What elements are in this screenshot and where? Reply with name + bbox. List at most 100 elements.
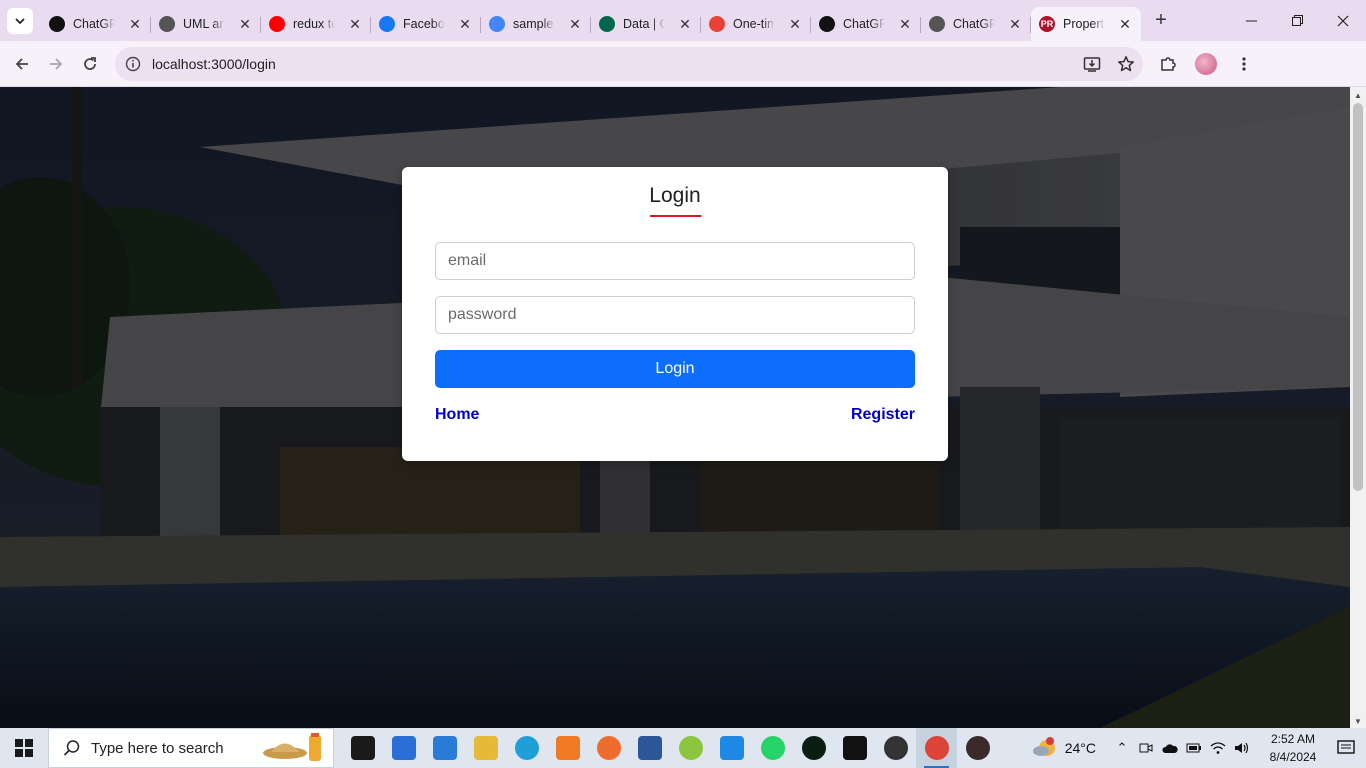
- scroll-up-icon[interactable]: ▲: [1354, 91, 1362, 100]
- password-field[interactable]: [435, 296, 915, 334]
- media-player-icon: [965, 736, 990, 760]
- close-tab-icon[interactable]: ✕: [567, 16, 583, 32]
- close-tab-icon[interactable]: ✕: [787, 16, 803, 32]
- close-tab-icon[interactable]: ✕: [127, 16, 143, 32]
- close-tab-icon[interactable]: ✕: [237, 16, 253, 32]
- profile-avatar[interactable]: [1195, 52, 1217, 75]
- browser-tab[interactable]: Data | Cloud ✕: [591, 7, 701, 41]
- reload-button[interactable]: [73, 47, 107, 81]
- gmail-icon: [709, 16, 725, 32]
- bookmark-button[interactable]: [1113, 51, 1139, 77]
- browser-tab[interactable]: Facebook ✕: [371, 7, 481, 41]
- battery-icon[interactable]: [1182, 728, 1206, 768]
- volume-icon[interactable]: [1230, 728, 1254, 768]
- close-tab-icon[interactable]: ✕: [897, 16, 913, 32]
- edge-icon: [514, 736, 539, 760]
- file-explorer-icon: [473, 736, 498, 760]
- login-card: Login Login Home Register: [402, 167, 948, 461]
- close-window-button[interactable]: [1320, 0, 1366, 41]
- taskbar-app[interactable]: [834, 728, 875, 768]
- taskbar-app[interactable]: [793, 728, 834, 768]
- taskbar-search[interactable]: Type here to search: [48, 728, 334, 768]
- minimize-icon: [1245, 20, 1257, 22]
- taskbar-app[interactable]: [875, 728, 916, 768]
- back-button[interactable]: [5, 47, 39, 81]
- tab-search-button[interactable]: [7, 7, 33, 34]
- page-scrollbar[interactable]: ▲ ▼: [1350, 87, 1366, 728]
- scroll-down-icon[interactable]: ▼: [1354, 717, 1362, 726]
- tab-title: Facebook: [403, 17, 445, 31]
- home-link[interactable]: Home: [435, 406, 479, 424]
- browser-menu-button[interactable]: [1231, 51, 1257, 77]
- notification-center-button[interactable]: [1326, 728, 1366, 768]
- login-button[interactable]: Login: [435, 350, 915, 388]
- taskbar-app[interactable]: [465, 728, 506, 768]
- extensions-button[interactable]: [1155, 51, 1181, 77]
- chatgpt-icon: [49, 16, 65, 32]
- meet-now-icon[interactable]: [1134, 728, 1158, 768]
- browser-toolbar: localhost:3000/login: [0, 41, 1366, 87]
- weather-temperature: 24°C: [1064, 740, 1096, 756]
- close-icon: [1337, 15, 1349, 26]
- browser-tab[interactable]: UML and ✕: [151, 7, 261, 41]
- notification-icon: [1337, 740, 1355, 754]
- tab-title: One-time: [733, 17, 775, 31]
- url-text[interactable]: localhost:3000/login: [152, 56, 276, 72]
- taskbar-app[interactable]: [752, 728, 793, 768]
- taskbar-app[interactable]: [383, 728, 424, 768]
- cloud-app-icon: [678, 736, 703, 760]
- browser-tab[interactable]: One-time ✕: [701, 7, 811, 41]
- browser-tab[interactable]: ChatGPT ✕: [41, 7, 151, 41]
- cloud-icon: [1162, 744, 1178, 753]
- browser-tab[interactable]: ChatGPT ✕: [811, 7, 921, 41]
- chrome-icon: [924, 736, 949, 760]
- taskbar-app[interactable]: [711, 728, 752, 768]
- show-hidden-icons-button[interactable]: ⌃: [1110, 728, 1134, 768]
- onedrive-icon[interactable]: [1158, 728, 1182, 768]
- forward-button[interactable]: [39, 47, 73, 81]
- close-tab-icon[interactable]: ✕: [1117, 16, 1133, 32]
- speaker-icon: [1235, 742, 1249, 754]
- minimize-button[interactable]: [1228, 0, 1274, 41]
- windows-logo-icon: [15, 739, 33, 757]
- install-app-button[interactable]: [1079, 51, 1105, 77]
- browser-tab[interactable]: redux toolkit ✕: [261, 7, 371, 41]
- restore-button[interactable]: [1274, 0, 1320, 41]
- browser-tab[interactable]: sample ✕: [481, 7, 591, 41]
- new-tab-button[interactable]: +: [1147, 7, 1175, 35]
- postman-icon: [596, 736, 621, 760]
- browser-tab[interactable]: ChatGPT ✕: [921, 7, 1031, 41]
- search-icon: [63, 740, 80, 756]
- wifi-icon[interactable]: [1206, 728, 1230, 768]
- taskbar-app[interactable]: [957, 728, 998, 768]
- taskbar-app[interactable]: [670, 728, 711, 768]
- address-bar[interactable]: localhost:3000/login: [115, 46, 1143, 81]
- register-link[interactable]: Register: [851, 406, 915, 424]
- mongodb-icon: [599, 16, 615, 32]
- login-title: Login: [649, 184, 701, 207]
- taskbar-app[interactable]: [424, 728, 465, 768]
- taskbar-app[interactable]: [342, 728, 383, 768]
- taskbar-app[interactable]: [916, 728, 957, 768]
- site-info-button[interactable]: [120, 51, 146, 77]
- taskbar-app[interactable]: [588, 728, 629, 768]
- close-tab-icon[interactable]: ✕: [457, 16, 473, 32]
- close-tab-icon[interactable]: ✕: [677, 16, 693, 32]
- taskbar-app[interactable]: [547, 728, 588, 768]
- scrollbar-thumb[interactable]: [1353, 103, 1363, 491]
- browser-tab[interactable]: PR Property ✕: [1031, 7, 1141, 41]
- chatgpt-icon: [819, 16, 835, 32]
- close-tab-icon[interactable]: ✕: [347, 16, 363, 32]
- tab-title: UML and: [183, 17, 225, 31]
- email-field[interactable]: [435, 242, 915, 280]
- obs-icon: [883, 736, 908, 760]
- taskbar-app[interactable]: [629, 728, 670, 768]
- search-placeholder: Type here to search: [91, 739, 224, 757]
- close-tab-icon[interactable]: ✕: [1007, 16, 1023, 32]
- arrow-right-icon: [50, 57, 63, 70]
- start-button[interactable]: [0, 728, 48, 768]
- weather-widget[interactable]: 24°C: [1031, 737, 1096, 759]
- taskbar-app[interactable]: [506, 728, 547, 768]
- wifi-signal-icon: [1210, 742, 1226, 754]
- taskbar-clock[interactable]: 2:52 AM 8/4/2024: [1260, 730, 1326, 766]
